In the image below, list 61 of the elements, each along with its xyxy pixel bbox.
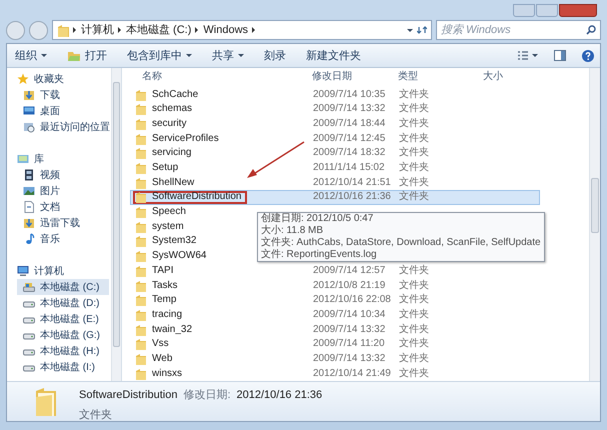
file-type: 文件夹 <box>399 308 429 320</box>
file-type: 文件夹 <box>399 88 429 100</box>
modified-date: 2009/7/14 13:32 <box>313 352 386 364</box>
file-name: SchCache <box>152 90 198 100</box>
tooltip-line: 文件夹: AuthCabs, DataStore, Download, ScanFile, SelfUpdate <box>261 237 541 248</box>
file-type: 文件夹 <box>79 408 113 422</box>
file-name: ServiceProfiles <box>152 134 219 144</box>
file-name: Setup <box>152 163 178 174</box>
file-type: 文件夹 <box>399 191 429 202</box>
file-name: system <box>152 222 184 232</box>
tooltip-line: 文件: ReportingEvents.log <box>261 249 378 262</box>
file-name: TAPI <box>152 266 174 276</box>
file-name: tracing <box>152 310 182 320</box>
file-name: schemas <box>152 104 192 114</box>
modified-date: 2009/7/14 18:44 <box>313 118 386 129</box>
modified-date: 2011/1/14 15:02 <box>313 162 385 174</box>
file-type: 文件夹 <box>399 103 429 114</box>
modified-date: 2012/10/14 21:51 <box>313 176 391 188</box>
file-name: twain_32 <box>152 324 192 335</box>
file-name: winsxs <box>152 368 182 379</box>
modified-label: 修改日期: <box>183 388 230 403</box>
modified-date: 2012/10/8 21:19 <box>313 280 386 291</box>
file-name: security <box>152 118 186 129</box>
file-name: Vss <box>152 339 169 350</box>
modified-date: 2009/7/14 10:35 <box>313 88 386 100</box>
file-type: 文件夹 <box>399 294 429 306</box>
file-name: Web <box>152 354 172 364</box>
file-type: 文件夹 <box>399 280 429 291</box>
modified-date: 2009/7/14 11:20 <box>313 338 385 350</box>
modified-date: 2012/10/14 21:49 <box>313 368 391 379</box>
file-type: 文件夹 <box>399 338 429 350</box>
file-name: SoftwareDistribution <box>152 192 242 202</box>
modified-date: 2012/10/16 21:36 <box>313 191 391 202</box>
file-name: SoftwareDistribution <box>79 388 178 403</box>
file-name: SysWOW64 <box>152 251 206 262</box>
file-name: Tasks <box>152 280 178 291</box>
file-type: 文件夹 <box>399 162 429 174</box>
modified-date: 2009/7/14 13:32 <box>313 103 386 114</box>
modified-date: 2012/10/16 22:08 <box>313 294 391 306</box>
file-name: Temp <box>152 295 176 306</box>
file-type: 文件夹 <box>399 176 429 188</box>
modified-date: 2012/10/16 21:36 <box>236 388 322 403</box>
file-type: 文件夹 <box>399 324 429 335</box>
file-type: 文件夹 <box>399 132 429 144</box>
file-type: 文件夹 <box>399 118 429 129</box>
modified-date: 2009/7/14 12:45 <box>313 132 386 144</box>
file-type: 文件夹 <box>399 352 429 364</box>
modified-date: 2009/7/14 12:57 <box>313 264 386 276</box>
file-name: servicing <box>152 148 192 158</box>
tooltip-line: 创建日期: 2012/10/5 0:47 <box>261 213 374 224</box>
modified-date: 2009/7/14 10:34 <box>313 308 386 320</box>
file-type: 文件夹 <box>399 368 429 379</box>
modified-date: 2009/7/14 18:32 <box>313 147 386 158</box>
file-name: ShellNew <box>152 178 194 188</box>
search-placeholder: 搜索 Windows <box>441 22 511 38</box>
file-type: 文件夹 <box>399 264 429 276</box>
file-type: 文件夹 <box>399 147 429 158</box>
modified-date: 2009/7/14 13:32 <box>313 324 386 335</box>
file-name: System32 <box>152 236 196 246</box>
file-name: Speech <box>152 207 186 218</box>
tooltip-line: 大小: 11.8 MB <box>261 225 324 236</box>
